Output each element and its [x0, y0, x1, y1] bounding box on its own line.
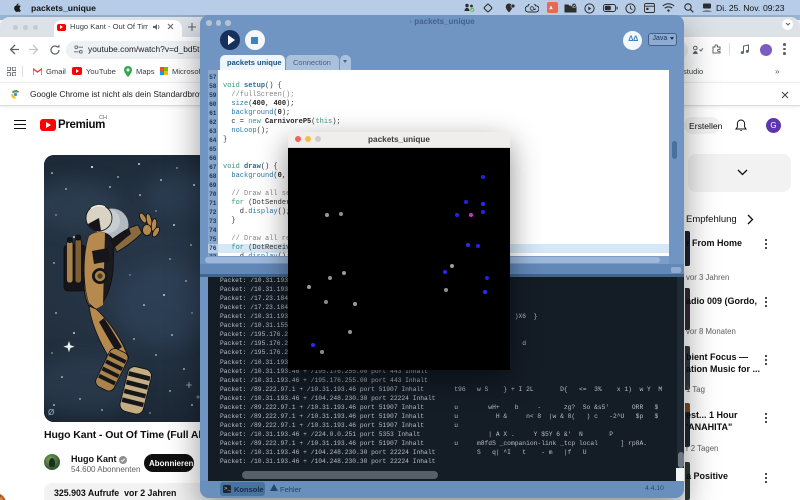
- svg-text:Ø: Ø: [48, 408, 54, 417]
